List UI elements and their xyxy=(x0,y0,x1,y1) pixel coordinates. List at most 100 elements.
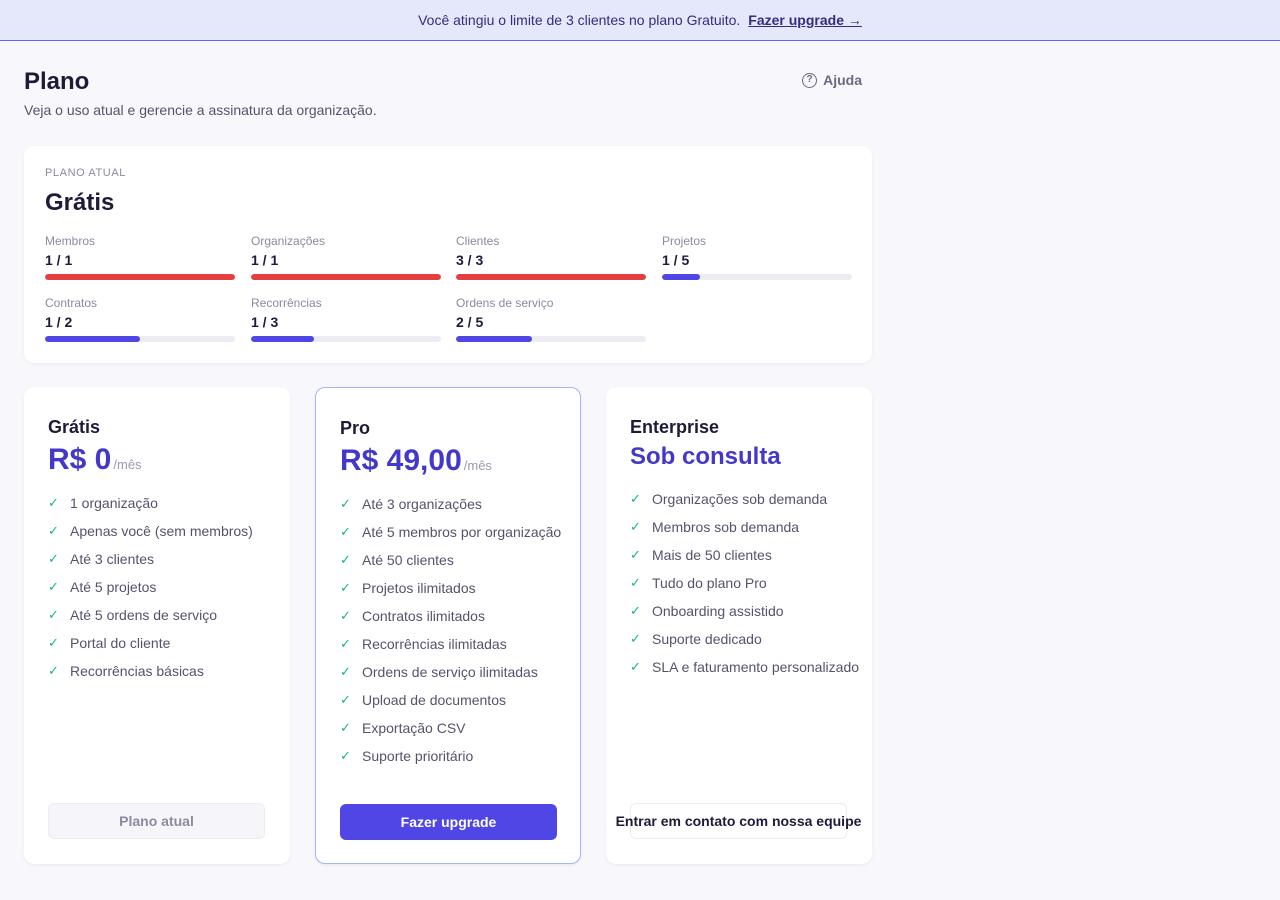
check-icon: ✓ xyxy=(48,495,59,510)
feature-item: ✓ Contratos ilimitados xyxy=(340,606,570,626)
usage-label: Membros xyxy=(45,234,96,248)
feature-text: Apenas você (sem membros) xyxy=(70,523,253,539)
feature-text: Ordens de serviço ilimitadas xyxy=(362,664,538,680)
feature-item: ✓ Até 5 membros por organização xyxy=(340,522,570,542)
upgrade-button[interactable]: Fazer upgrade xyxy=(340,804,557,840)
feature-item: ✓ Apenas você (sem membros) xyxy=(48,521,278,541)
plan-name: Enterprise xyxy=(630,417,720,437)
feature-item: ✓ Exportação CSV xyxy=(340,718,570,738)
feature-text: Até 50 clientes xyxy=(362,552,454,568)
feature-text: Membros sob demanda xyxy=(652,519,800,535)
plan-name: Grátis xyxy=(48,417,101,437)
plan-card-pro: Pro R$ 49,00 /mês ✓ Até 3 organizações ✓ At… xyxy=(315,387,581,864)
feature-list: ✓ Organizações sob demanda ✓ Membros sob de… xyxy=(630,489,860,685)
feature-text: 1 organização xyxy=(70,495,158,511)
check-icon: ✓ xyxy=(340,496,351,511)
feature-item: ✓ Recorrências ilimitadas xyxy=(340,634,570,654)
feature-text: Tudo do plano Pro xyxy=(652,575,767,591)
usage-projetos: Projetos 1 / 5 xyxy=(662,234,852,280)
banner-upgrade-link[interactable]: Fazer upgrade → xyxy=(748,12,862,28)
current-plan-button[interactable]: Plano atual xyxy=(48,803,265,839)
price-period: /mês xyxy=(463,458,492,473)
feature-item: ✓ Onboarding assistido xyxy=(630,601,860,621)
feature-item: ✓ Suporte prioritário xyxy=(340,746,570,766)
feature-item: ✓ Até 3 clientes xyxy=(48,549,278,569)
check-icon: ✓ xyxy=(48,635,59,650)
feature-item: ✓ Até 5 projetos xyxy=(48,577,278,597)
usage-value: 1 / 1 xyxy=(45,252,73,268)
usage-contratos: Contratos 1 / 2 xyxy=(45,296,235,342)
usage-bar-fill xyxy=(45,336,140,342)
feature-item: ✓ Até 3 organizações xyxy=(340,494,570,514)
price-value: R$ 49,00 xyxy=(340,444,462,477)
check-icon: ✓ xyxy=(340,608,351,623)
feature-item: ✓ Recorrências básicas xyxy=(48,661,278,681)
limit-banner: Você atingiu o limite de 3 clientes no p… xyxy=(0,0,1280,41)
check-icon: ✓ xyxy=(48,523,59,538)
check-icon: ✓ xyxy=(48,663,59,678)
check-icon: ✓ xyxy=(340,552,351,567)
banner-message: Você atingiu o limite de 3 clientes no p… xyxy=(418,12,741,28)
feature-text: Organizações sob demanda xyxy=(652,491,828,507)
usage-ordens-servico: Ordens de serviço 2 / 5 xyxy=(456,296,646,342)
feature-item: ✓ Portal do cliente xyxy=(48,633,278,653)
usage-bar-fill xyxy=(662,274,700,280)
usage-value: 1 / 1 xyxy=(251,252,279,268)
feature-item: ✓ Mais de 50 clientes xyxy=(630,545,860,565)
help-link[interactable]: ? Ajuda xyxy=(802,72,862,88)
feature-list: ✓ 1 organização ✓ Apenas você (sem membros)… xyxy=(48,493,278,689)
usage-bar-fill xyxy=(251,274,441,280)
check-icon: ✓ xyxy=(48,579,59,594)
usage-label: Organizações xyxy=(251,234,326,248)
check-icon: ✓ xyxy=(340,664,351,679)
feature-item: ✓ Suporte dedicado xyxy=(630,629,860,649)
feature-text: Até 5 projetos xyxy=(70,579,157,595)
check-icon: ✓ xyxy=(340,636,351,651)
usage-bar xyxy=(45,336,235,342)
plan-price: R$ 0 /mês xyxy=(48,443,142,477)
feature-item: ✓ Até 50 clientes xyxy=(340,550,570,570)
usage-value: 2 / 5 xyxy=(456,314,484,330)
usage-recorrencias: Recorrências 1 / 3 xyxy=(251,296,441,342)
feature-list: ✓ Até 3 organizações ✓ Até 5 membros por or… xyxy=(340,494,570,774)
feature-text: Recorrências básicas xyxy=(70,663,204,679)
usage-bar xyxy=(456,274,646,280)
feature-text: Recorrências ilimitadas xyxy=(362,636,507,652)
usage-label: Contratos xyxy=(45,296,98,310)
plan-card-gratis: Grátis R$ 0 /mês ✓ 1 organização ✓ Apenas v… xyxy=(24,387,290,864)
check-icon: ✓ xyxy=(340,692,351,707)
page-title: Plano xyxy=(24,68,90,95)
usage-bar xyxy=(251,336,441,342)
usage-organizacoes: Organizações 1 / 1 xyxy=(251,234,441,280)
feature-item: ✓ Tudo do plano Pro xyxy=(630,573,860,593)
current-plan-card: PLANO ATUAL Grátis Membros 1 / 1 Organiz… xyxy=(24,146,872,363)
usage-membros: Membros 1 / 1 xyxy=(45,234,235,280)
plan-card-enterprise: Enterprise Sob consulta ✓ Organizações so… xyxy=(606,387,872,864)
feature-text: Até 5 membros por organização xyxy=(362,524,562,540)
usage-label: Ordens de serviço xyxy=(456,296,554,310)
check-icon: ✓ xyxy=(630,603,641,618)
help-circle-icon: ? xyxy=(802,72,818,88)
check-icon: ✓ xyxy=(340,524,351,539)
usage-bar-fill xyxy=(251,336,315,342)
usage-value: 1 / 2 xyxy=(45,314,73,330)
usage-value: 3 / 3 xyxy=(456,252,484,268)
feature-item: ✓ Até 5 ordens de serviço xyxy=(48,605,278,625)
check-icon: ✓ xyxy=(630,519,641,534)
current-plan-name: Grátis xyxy=(45,189,115,216)
main-content: Plano Veja o uso atual e gerencie a assi… xyxy=(24,41,872,864)
check-icon: ✓ xyxy=(48,551,59,566)
feature-text: Projetos ilimitados xyxy=(362,580,476,596)
feature-text: Suporte dedicado xyxy=(652,631,762,647)
feature-item: ✓ Projetos ilimitados xyxy=(340,578,570,598)
page-header: Plano Veja o uso atual e gerencie a assi… xyxy=(24,41,872,146)
feature-text: Mais de 50 clientes xyxy=(652,547,772,563)
page-subtitle: Veja o uso atual e gerencie a assinatura… xyxy=(24,102,377,118)
usage-value: 1 / 3 xyxy=(251,314,279,330)
price-value: R$ 0 xyxy=(48,443,112,476)
plan-price: R$ 49,00 /mês xyxy=(340,444,492,478)
plan-price: Sob consulta xyxy=(630,443,781,471)
feature-text: Suporte prioritário xyxy=(362,748,474,764)
contact-sales-button[interactable]: Entrar em contato com nossa equipe xyxy=(616,803,861,839)
usage-bar xyxy=(45,274,235,280)
